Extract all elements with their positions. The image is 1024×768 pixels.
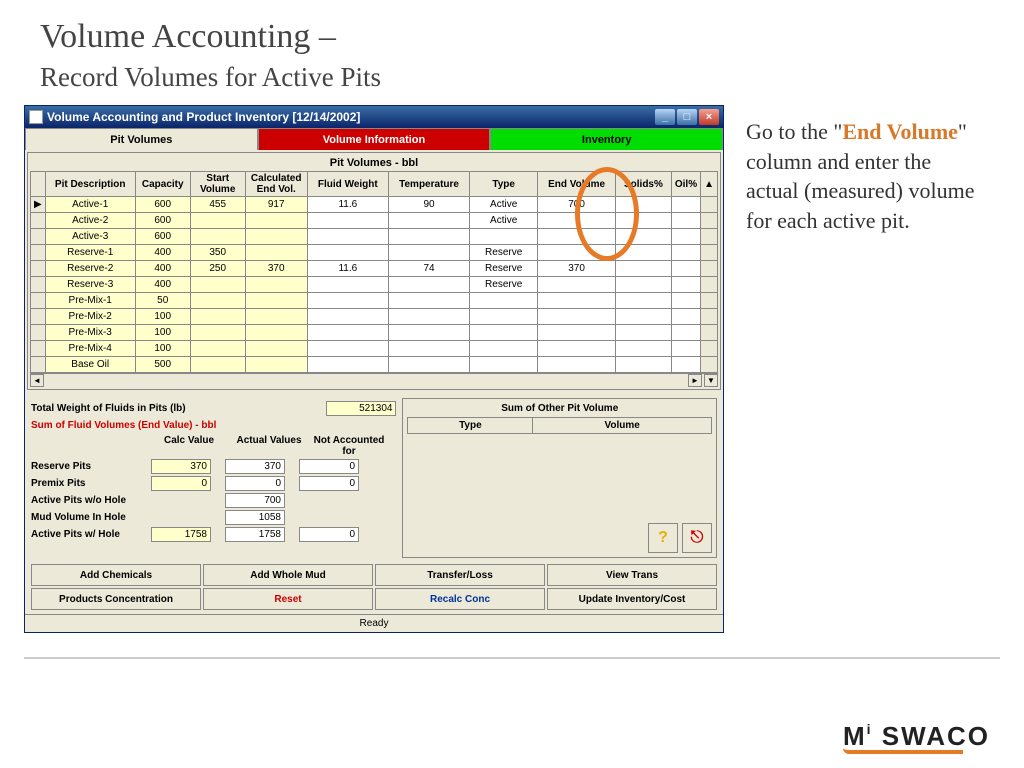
end-volume-cell[interactable] bbox=[538, 229, 616, 245]
exit-button[interactable]: ⎋ bbox=[682, 523, 712, 553]
other-col-type: Type bbox=[408, 418, 533, 434]
tabs: Pit Volumes Volume Information Inventory bbox=[25, 128, 723, 150]
pit-volumes-grid: Pit Description Capacity Start Volume Ca… bbox=[30, 171, 718, 387]
reserve-actual: 370 bbox=[225, 459, 285, 474]
col-capacity[interactable]: Capacity bbox=[135, 172, 190, 197]
scroll-left-button[interactable]: ◄ bbox=[30, 374, 44, 387]
col-pit-description[interactable]: Pit Description bbox=[45, 172, 135, 197]
end-volume-cell[interactable]: 370 bbox=[538, 261, 616, 277]
instruction-emphasis: End Volume bbox=[842, 119, 958, 144]
col-temperature[interactable]: Temperature bbox=[388, 172, 469, 197]
scroll-right-button[interactable]: ► bbox=[688, 374, 702, 387]
col-end-volume[interactable]: End Volume bbox=[538, 172, 616, 197]
maximize-button[interactable]: □ bbox=[677, 109, 697, 125]
active-wo-hole-actual: 700 bbox=[225, 493, 285, 508]
scroll-down-button[interactable]: ▼ bbox=[704, 374, 718, 387]
footer-rule bbox=[24, 657, 1000, 659]
reserve-pits-label: Reserve Pits bbox=[31, 461, 151, 472]
end-volume-cell[interactable] bbox=[538, 309, 616, 325]
active-w-hole-calc: 1758 bbox=[151, 527, 211, 542]
col-fluid-weight[interactable]: Fluid Weight bbox=[307, 172, 388, 197]
close-button[interactable]: × bbox=[699, 109, 719, 125]
instruction-text: Go to the "End Volume" column and enter … bbox=[746, 105, 981, 633]
table-row[interactable]: Active-3600 bbox=[31, 229, 718, 245]
table-row[interactable]: Reserve-240025037011.674Reserve370 bbox=[31, 261, 718, 277]
table-row[interactable]: Reserve-1400350Reserve bbox=[31, 245, 718, 261]
slide-title: Volume Accounting – bbox=[0, 0, 1024, 62]
reserve-notacc: 0 bbox=[299, 459, 359, 474]
view-trans-button[interactable]: View Trans bbox=[547, 564, 717, 586]
help-button[interactable]: ? bbox=[648, 523, 678, 553]
minimize-button[interactable]: _ bbox=[655, 109, 675, 125]
mud-volume-actual: 1058 bbox=[225, 510, 285, 525]
add-chemicals-button[interactable]: Add Chemicals bbox=[31, 564, 201, 586]
table-row[interactable]: Pre-Mix-2100 bbox=[31, 309, 718, 325]
active-w-hole-label: Active Pits w/ Hole bbox=[31, 529, 151, 540]
premix-calc: 0 bbox=[151, 476, 211, 491]
update-inventory-button[interactable]: Update Inventory/Cost bbox=[547, 588, 717, 610]
table-row[interactable]: Pre-Mix-4100 bbox=[31, 341, 718, 357]
end-volume-cell[interactable] bbox=[538, 213, 616, 229]
col-type[interactable]: Type bbox=[470, 172, 538, 197]
table-row[interactable]: Pre-Mix-3100 bbox=[31, 325, 718, 341]
app-icon bbox=[29, 110, 43, 124]
premix-actual: 0 bbox=[225, 476, 285, 491]
table-row[interactable]: Active-2600Active bbox=[31, 213, 718, 229]
reset-button[interactable]: Reset bbox=[203, 588, 373, 610]
end-volume-cell[interactable] bbox=[538, 277, 616, 293]
summary-panel: Total Weight of Fluids in Pits (lb) 5213… bbox=[31, 398, 396, 558]
window-title: Volume Accounting and Product Inventory … bbox=[47, 110, 360, 124]
tab-pit-volumes[interactable]: Pit Volumes bbox=[25, 128, 258, 150]
table-row[interactable]: ▶Active-160045591711.690Active700 bbox=[31, 197, 718, 213]
slide-subtitle: Record Volumes for Active Pits bbox=[0, 62, 1024, 101]
mud-volume-label: Mud Volume In Hole bbox=[31, 512, 151, 523]
premix-pits-label: Premix Pits bbox=[31, 478, 151, 489]
help-icon: ? bbox=[658, 529, 668, 547]
window-titlebar: Volume Accounting and Product Inventory … bbox=[25, 106, 723, 128]
end-volume-cell[interactable] bbox=[538, 293, 616, 309]
total-weight-label: Total Weight of Fluids in Pits (lb) bbox=[31, 403, 326, 414]
recalc-conc-button[interactable]: Recalc Conc bbox=[375, 588, 545, 610]
sum-col-actual: Actual Values bbox=[229, 435, 309, 457]
other-col-volume: Volume bbox=[533, 418, 712, 434]
action-buttons: Add Chemicals Add Whole Mud Transfer/Los… bbox=[25, 560, 723, 614]
mi-swaco-logo: Mi SWACO bbox=[843, 721, 990, 754]
horizontal-scrollbar[interactable]: ◄ ► ▼ bbox=[30, 373, 718, 387]
col-start-volume[interactable]: Start Volume bbox=[190, 172, 245, 197]
end-volume-cell[interactable]: 700 bbox=[538, 197, 616, 213]
active-w-hole-notacc: 0 bbox=[299, 527, 359, 542]
sum-col-calc: Calc Value bbox=[149, 435, 229, 457]
tab-inventory[interactable]: Inventory bbox=[490, 128, 723, 150]
total-weight-value: 521304 bbox=[326, 401, 396, 416]
sum-fluid-volumes-title: Sum of Fluid Volumes (End Value) - bbl bbox=[31, 420, 396, 431]
end-volume-cell[interactable] bbox=[538, 357, 616, 373]
table-row[interactable]: Pre-Mix-150 bbox=[31, 293, 718, 309]
other-pit-panel: Sum of Other Pit Volume Type Volume ? ⎋ bbox=[402, 398, 717, 558]
exit-icon: ⎋ bbox=[691, 529, 704, 547]
col-calculated-end-vol[interactable]: Calculated End Vol. bbox=[245, 172, 307, 197]
other-pit-title: Sum of Other Pit Volume bbox=[407, 403, 712, 414]
premix-notacc: 0 bbox=[299, 476, 359, 491]
col-oil[interactable]: Oil% bbox=[671, 172, 700, 197]
col-solids[interactable]: Solids% bbox=[616, 172, 672, 197]
active-w-hole-actual: 1758 bbox=[225, 527, 285, 542]
transfer-loss-button[interactable]: Transfer/Loss bbox=[375, 564, 545, 586]
active-wo-hole-label: Active Pits w/o Hole bbox=[31, 495, 151, 506]
end-volume-cell[interactable] bbox=[538, 245, 616, 261]
end-volume-cell[interactable] bbox=[538, 325, 616, 341]
pit-volumes-panel: Pit Volumes - bbl Pit Description Capaci… bbox=[27, 152, 721, 390]
end-volume-cell[interactable] bbox=[538, 341, 616, 357]
table-row[interactable]: Base Oil500 bbox=[31, 357, 718, 373]
app-window: Volume Accounting and Product Inventory … bbox=[24, 105, 724, 633]
tab-volume-information[interactable]: Volume Information bbox=[258, 128, 491, 150]
products-concentration-button[interactable]: Products Concentration bbox=[31, 588, 201, 610]
status-bar: Ready bbox=[25, 614, 723, 632]
reserve-calc: 370 bbox=[151, 459, 211, 474]
table-row[interactable]: Reserve-3400Reserve bbox=[31, 277, 718, 293]
sum-col-notacc: Not Accounted for bbox=[309, 435, 389, 457]
add-whole-mud-button[interactable]: Add Whole Mud bbox=[203, 564, 373, 586]
grid-title: Pit Volumes - bbl bbox=[30, 155, 718, 171]
pit-volumes-table[interactable]: Pit Description Capacity Start Volume Ca… bbox=[30, 171, 718, 373]
